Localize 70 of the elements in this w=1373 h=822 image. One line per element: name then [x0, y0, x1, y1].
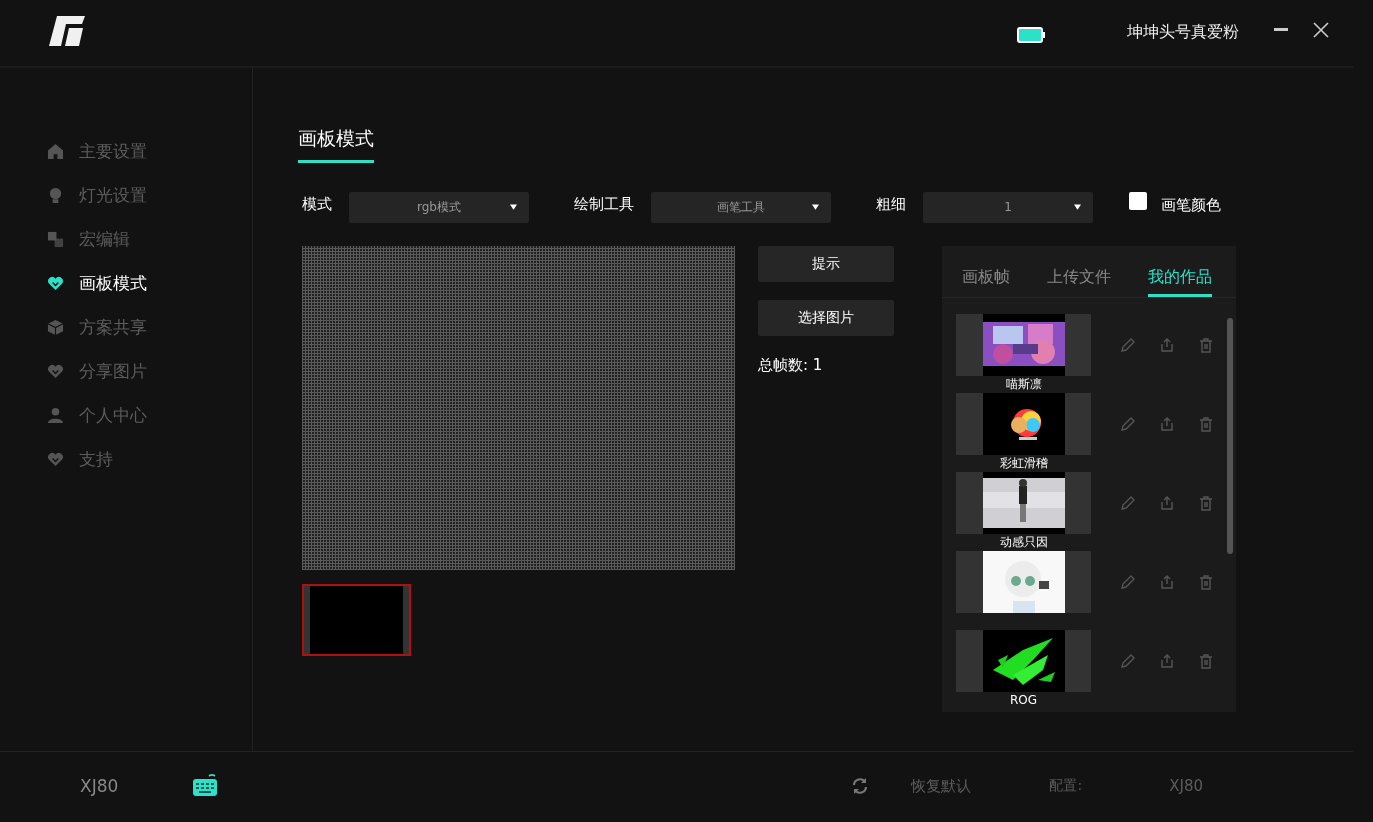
person-icon: [47, 406, 64, 424]
home-icon: [47, 142, 64, 160]
trash-icon[interactable]: [1198, 337, 1214, 353]
cube-icon: [47, 318, 64, 336]
caret-icon: [510, 204, 517, 210]
config-value[interactable]: XJ80: [1169, 777, 1203, 795]
panel-tab[interactable]: 我的作品: [1148, 267, 1212, 297]
field-label: 绘制工具: [574, 194, 634, 214]
thumbnail-background[interactable]: [956, 551, 1091, 613]
work-title: 动感只因: [999, 534, 1048, 550]
heart-icon: [47, 274, 64, 292]
sidebar-item[interactable]: 个人中心: [0, 393, 252, 437]
sidebar-item[interactable]: 方案共享: [0, 305, 252, 349]
pencil-icon[interactable]: [1120, 495, 1136, 511]
sidebar-item[interactable]: 宏编辑: [0, 217, 252, 261]
trash-icon[interactable]: [1198, 416, 1214, 432]
dropdown[interactable]: 1: [923, 191, 1093, 223]
scrollbar[interactable]: [1227, 318, 1233, 554]
bulb-icon: [47, 186, 64, 204]
panel-tab[interactable]: 画板帧: [962, 267, 1010, 297]
pencil-icon[interactable]: [1120, 574, 1136, 590]
dropdown[interactable]: 画笔工具: [651, 191, 831, 223]
frame-count: 总帧数: 1: [758, 356, 823, 375]
keyboard-icon[interactable]: [192, 772, 219, 797]
pencil-icon[interactable]: [1120, 337, 1136, 353]
refresh-icon[interactable]: [851, 777, 870, 795]
username[interactable]: 坤坤头号真爱粉: [1127, 21, 1239, 43]
share-icon[interactable]: [1159, 495, 1175, 511]
pencil-icon[interactable]: [1120, 416, 1136, 432]
field-label: 模式: [302, 194, 332, 214]
share-icon[interactable]: [1159, 653, 1175, 669]
field-label: 粗细: [876, 194, 906, 214]
battery-icon: [1017, 27, 1045, 43]
trash-icon[interactable]: [1198, 495, 1214, 511]
restore-defaults-button[interactable]: 恢复默认: [911, 776, 972, 796]
work-title: 喵斯凛: [1005, 376, 1042, 392]
share-icon[interactable]: [1159, 416, 1175, 432]
config-label: 配置:: [1049, 777, 1083, 795]
heart-icon: [47, 450, 64, 468]
share-icon[interactable]: [1159, 337, 1175, 353]
caret-icon: [1074, 204, 1081, 210]
thumbnail-background[interactable]: [956, 630, 1091, 692]
pencil-icon[interactable]: [1120, 653, 1136, 669]
device-name: XJ80: [80, 776, 119, 796]
thumbnail-background[interactable]: [956, 472, 1091, 534]
action-button[interactable]: 选择图片: [758, 300, 894, 336]
frame-thumbnail[interactable]: [302, 584, 411, 656]
trash-icon[interactable]: [1198, 574, 1214, 590]
page-title: 画板模式: [298, 126, 374, 163]
logo-icon: [49, 16, 85, 46]
close-icon[interactable]: [1313, 22, 1329, 38]
sidebar-item[interactable]: 分享图片: [0, 349, 252, 393]
sidebar-item[interactable]: 主要设置: [0, 129, 252, 173]
dropdown[interactable]: rgb模式: [349, 191, 529, 223]
sidebar-item[interactable]: 画板模式: [0, 261, 252, 305]
panel-tab[interactable]: 上传文件: [1047, 267, 1111, 297]
color-swatch[interactable]: [1129, 192, 1147, 210]
trash-icon[interactable]: [1198, 653, 1214, 669]
drawing-canvas[interactable]: [302, 246, 735, 570]
caret-icon: [812, 204, 819, 210]
squares-icon: [47, 230, 64, 248]
heart-icon: [47, 362, 64, 380]
action-button[interactable]: 提示: [758, 246, 894, 282]
thumbnail-background[interactable]: [956, 393, 1091, 455]
share-icon[interactable]: [1159, 574, 1175, 590]
work-title: 彩虹滑稽: [999, 455, 1048, 471]
pen-color-label: 画笔颜色: [1161, 195, 1221, 215]
sidebar-item[interactable]: 支持: [0, 437, 252, 481]
thumbnail-background[interactable]: [956, 314, 1091, 376]
sidebar-item[interactable]: 灯光设置: [0, 173, 252, 217]
